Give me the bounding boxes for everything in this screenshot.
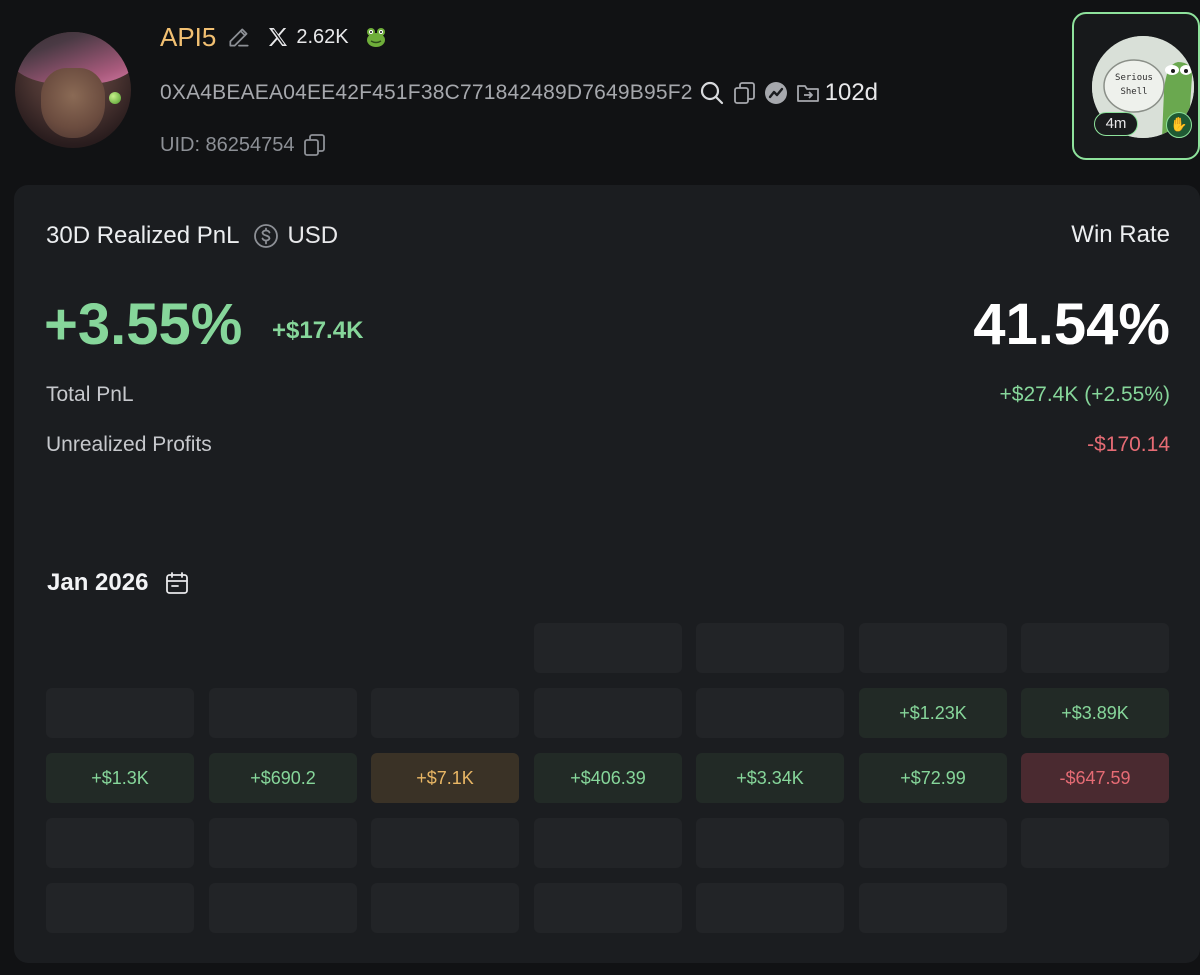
- x-logo-icon[interactable]: [266, 25, 290, 49]
- win-rate-value: 41.54%: [973, 292, 1170, 357]
- calendar-day-cell[interactable]: [46, 818, 194, 868]
- badge-text-2: Shell: [1120, 87, 1147, 97]
- calendar-day-cell[interactable]: [209, 688, 357, 738]
- calendar-day-cell[interactable]: +$406.39: [534, 753, 682, 803]
- calendar-day-cell[interactable]: [1021, 818, 1169, 868]
- unrealized-value: -$170.14: [1087, 433, 1170, 456]
- folder-icon[interactable]: [795, 80, 821, 106]
- nft-badge-card[interactable]: Serious Shell 4m ✋: [1072, 12, 1200, 160]
- calendar-day-cell[interactable]: +$72.99: [859, 753, 1007, 803]
- calendar-month: Jan 2026: [47, 569, 149, 596]
- pnl-title: 30D Realized PnL: [46, 222, 240, 249]
- calendar-day-cell[interactable]: +$3.34K: [696, 753, 844, 803]
- calendar-day-cell[interactable]: [534, 883, 682, 933]
- calendar-day-cell[interactable]: +$3.89K: [1021, 688, 1169, 738]
- unrealized-label: Unrealized Profits: [46, 433, 212, 456]
- calendar-day-cell[interactable]: [534, 623, 682, 673]
- calendar-day-cell[interactable]: +$690.2: [209, 753, 357, 803]
- search-icon[interactable]: [699, 80, 725, 106]
- calendar-day-cell[interactable]: [46, 688, 194, 738]
- calendar-day-cell[interactable]: [696, 623, 844, 673]
- avatar-earring: [109, 92, 121, 104]
- currency-label[interactable]: USD: [287, 222, 338, 250]
- avatar-face: [41, 68, 105, 138]
- calendar-day-cell[interactable]: +$1.23K: [859, 688, 1007, 738]
- wallet-age: 102d: [824, 79, 879, 106]
- calendar-day-cell[interactable]: [371, 818, 519, 868]
- calendar-day-cell[interactable]: [1021, 623, 1169, 673]
- calendar-day-cell[interactable]: +$7.1K: [371, 753, 519, 803]
- wallet-address[interactable]: 0XA4BEAEA04EE42F451F38C771842489D7649B95…: [160, 81, 693, 105]
- calendar-header: Jan 2026: [47, 567, 190, 599]
- pnl-header: 30D Realized PnL USD: [46, 221, 338, 251]
- calendar-day-cell[interactable]: [859, 623, 1007, 673]
- calendar-day-cell[interactable]: [371, 883, 519, 933]
- profile-name: API5: [160, 21, 217, 52]
- follower-count: 2.62K: [296, 25, 349, 48]
- badge-text-1: Serious: [1115, 73, 1153, 83]
- calendar-day-cell[interactable]: -$647.59: [1021, 753, 1169, 803]
- pnl-percent: +3.55%: [44, 292, 243, 357]
- total-pnl-label: Total PnL: [46, 383, 134, 406]
- calendar-day-cell[interactable]: [696, 818, 844, 868]
- pencil-icon[interactable]: [226, 24, 252, 50]
- hand-icon: ✋: [1166, 112, 1192, 138]
- calendar-day-cell[interactable]: [209, 818, 357, 868]
- win-rate-label: Win Rate: [1071, 221, 1170, 248]
- chart-icon[interactable]: [763, 80, 789, 106]
- calendar-day-cell[interactable]: [209, 883, 357, 933]
- uid-row: UID: 86254754: [160, 130, 327, 160]
- address-row: 0XA4BEAEA04EE42F451F38C771842489D7649B95…: [160, 76, 878, 110]
- frog-icon: [363, 24, 389, 50]
- pnl-usd: +$17.4K: [272, 317, 364, 344]
- copy-icon[interactable]: [731, 80, 757, 106]
- name-row: API5 2.62K: [160, 20, 389, 54]
- copy-uid-icon[interactable]: [301, 132, 327, 158]
- calendar-icon[interactable]: [164, 570, 190, 596]
- calendar-day-cell[interactable]: [534, 818, 682, 868]
- pnl-panel: 30D Realized PnL USD Win Rate +3.55% +$1…: [14, 185, 1200, 963]
- avatar[interactable]: [15, 32, 131, 148]
- calendar-day-cell[interactable]: [696, 883, 844, 933]
- total-pnl-value: +$27.4K (+2.55%): [999, 383, 1170, 406]
- calendar-day-cell[interactable]: +$1.3K: [46, 753, 194, 803]
- badge-time: 4m: [1094, 112, 1138, 136]
- calendar-day-cell[interactable]: [371, 688, 519, 738]
- calendar-day-cell[interactable]: [46, 883, 194, 933]
- calendar-day-cell[interactable]: [859, 818, 1007, 868]
- calendar-day-cell[interactable]: [534, 688, 682, 738]
- calendar-day-cell[interactable]: [859, 883, 1007, 933]
- currency-switch-icon[interactable]: [253, 223, 279, 249]
- calendar-day-cell[interactable]: [696, 688, 844, 738]
- user-id: UID: 86254754: [160, 133, 295, 156]
